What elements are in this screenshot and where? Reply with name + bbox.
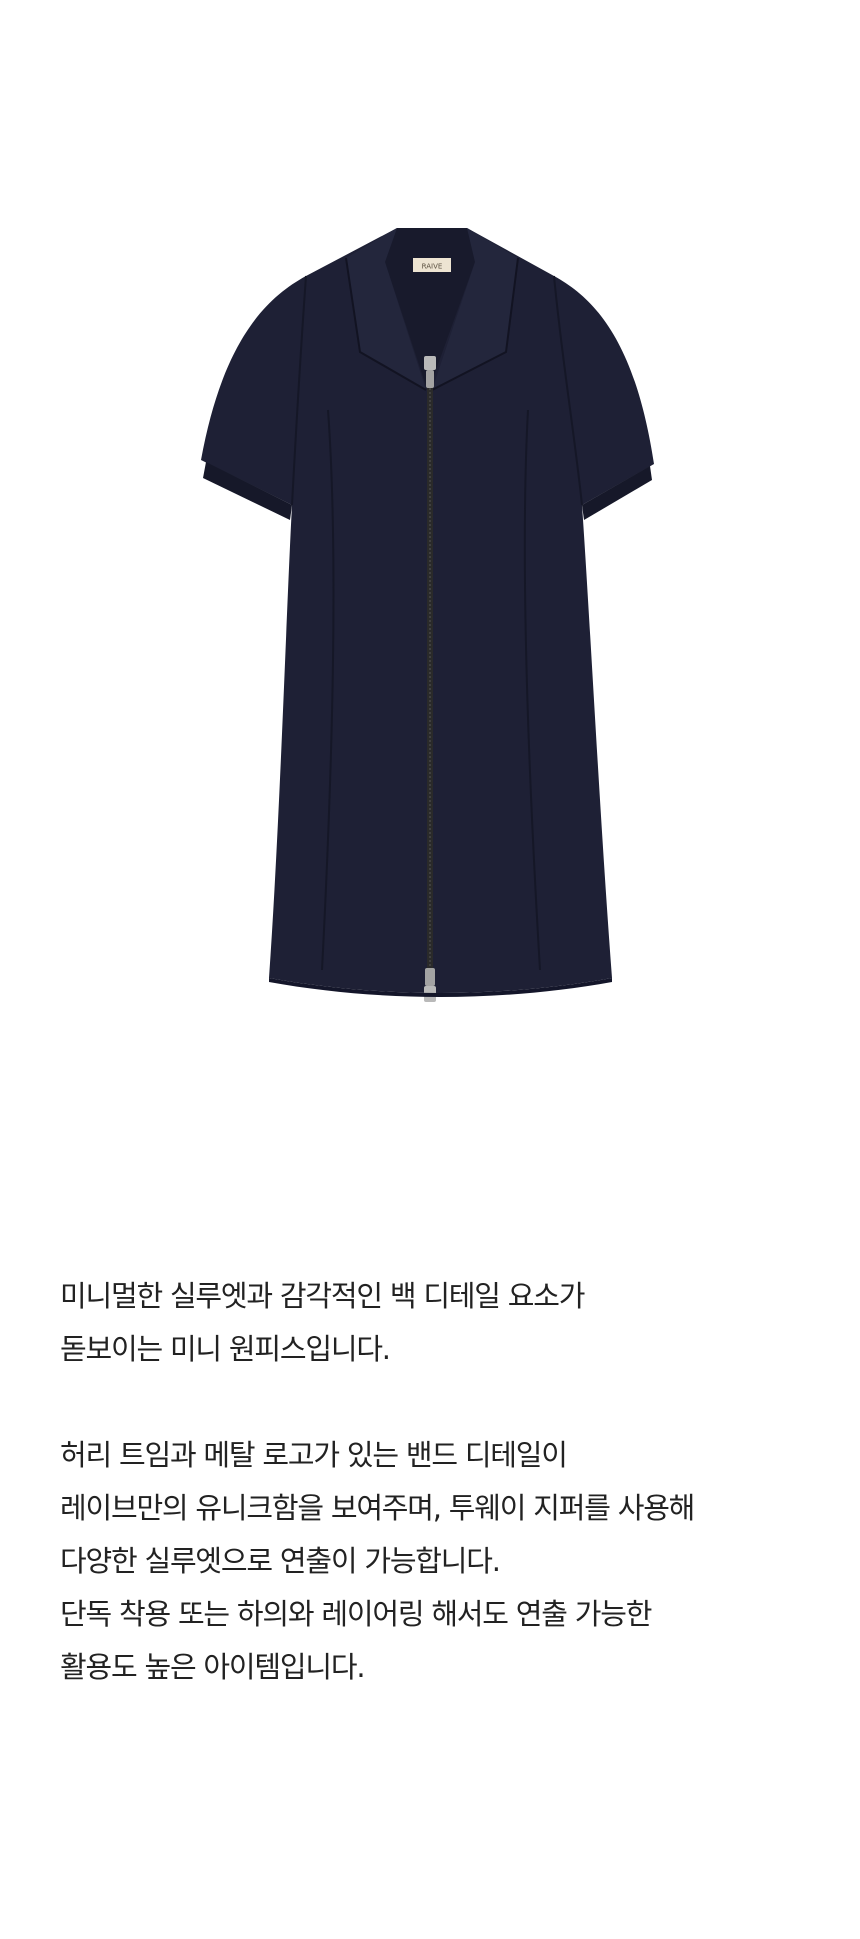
- dress-illustration: RAIVE: [201, 228, 654, 1002]
- brand-label-text: RAIVE: [422, 263, 443, 271]
- description-line: 허리 트임과 메탈 로고가 있는 밴드 디테일이: [60, 1438, 568, 1472]
- product-image: RAIVE: [0, 0, 860, 1200]
- description-line: 단독 착용 또는 하의와 레이어링 해서도 연출 가능한: [60, 1597, 652, 1631]
- description-line: 미니멀한 실루엣과 감각적인 백 디테일 요소가: [60, 1279, 585, 1313]
- description-line: 돋보이는 미니 원피스입니다.: [60, 1332, 391, 1366]
- description-line: 다양한 실루엣으로 연출이 가능합니다.: [60, 1544, 501, 1578]
- description-line: 활용도 높은 아이템입니다.: [60, 1650, 366, 1684]
- description-line: 레이브만의 유니크함을 보여주며, 투웨이 지퍼를 사용해: [60, 1491, 695, 1525]
- product-description: 미니멀한 실루엣과 감각적인 백 디테일 요소가 돋보이는 미니 원피스입니다.…: [60, 1270, 840, 1694]
